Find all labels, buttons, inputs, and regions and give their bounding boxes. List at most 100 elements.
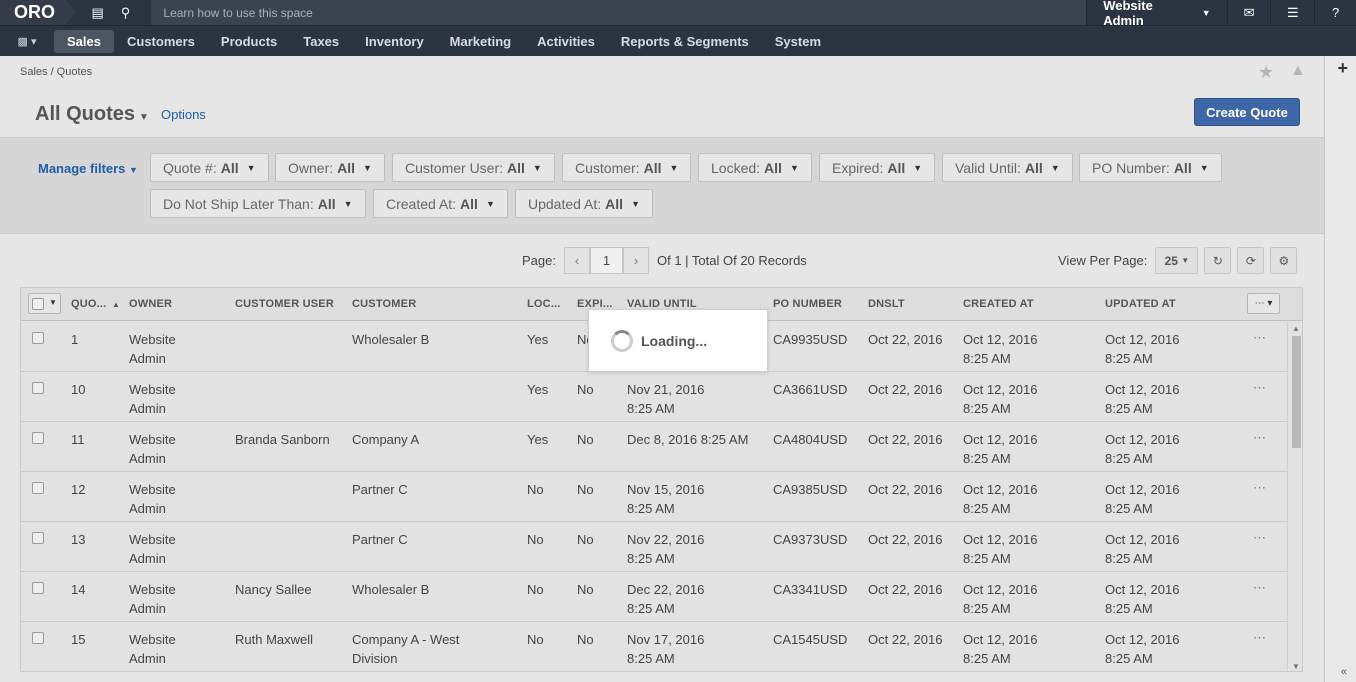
scroll-thumb[interactable] [1292,336,1301,448]
refresh-icon[interactable]: ⟳ [1237,247,1265,274]
page-input[interactable]: 1 [589,247,623,274]
nav-sales[interactable]: Sales [54,29,114,53]
cell-updated: Oct 12, 2016 8:25 AM [1105,632,1180,666]
row-checkbox[interactable] [32,432,44,444]
mail-icon[interactable]: ✉ [1226,0,1271,25]
row-checkbox[interactable] [32,632,44,644]
cell-locked: No [527,532,544,547]
chevron-down-icon: ▼ [913,162,923,173]
nav-marketing[interactable]: Marketing [437,30,524,53]
column-header[interactable]: CUSTOMER [352,298,416,310]
row-actions-icon[interactable]: ⋯ [1253,430,1266,446]
row-actions-icon[interactable]: ⋯ [1253,380,1266,396]
search-input[interactable]: Learn how to use this space [151,0,1087,25]
nav-inventory[interactable]: Inventory [352,30,437,53]
cell-owner: Website Admin [129,582,176,616]
filter-chip[interactable]: Created At: All ▼ [373,189,508,218]
page-title[interactable]: All Quotes ▼ [35,103,149,126]
next-page-button[interactable]: › [622,247,649,274]
table-row[interactable]: 10 Website Admin Yes No Nov 21, 2016 8:25 AM… [21,372,1287,422]
cell-created: Oct 12, 2016 8:25 AM [963,632,1038,666]
table-row[interactable]: 11 Website Admin Branda Sanborn Company A Ye… [21,422,1287,472]
row-checkbox[interactable] [32,532,44,544]
chevron-down-icon: ▼ [669,162,679,173]
search-icon[interactable]: ⚲ [112,0,140,25]
row-checkbox[interactable] [32,482,44,494]
dashboard-icon[interactable]: ▩ ▾ [10,30,44,52]
cell-po: CA1545USD [773,632,848,647]
row-checkbox[interactable] [32,332,44,344]
column-header[interactable]: QUO... [71,298,106,310]
row-checkbox[interactable] [32,382,44,394]
row-actions-icon[interactable]: ⋯ [1253,630,1266,646]
filter-chip[interactable]: Updated At: All ▼ [515,189,653,218]
column-header[interactable]: OWNER [129,298,172,310]
scroll-up-icon[interactable]: ▲ [1292,324,1300,333]
nav-system[interactable]: System [762,30,834,53]
column-header[interactable]: UPDATED AT [1105,298,1176,310]
user-menu[interactable]: Website Admin ▼ [1086,0,1227,28]
filter-chip[interactable]: Customer: All ▼ [562,153,692,182]
table-row[interactable]: 13 Website Admin Partner C No No Nov 22, 2016… [21,522,1287,572]
collapse-icon[interactable]: « [1341,666,1347,678]
cell-dnslt: Oct 22, 2016 [868,582,943,597]
pin-icon[interactable]: ▲ [1290,62,1306,80]
column-header[interactable]: CUSTOMER USER [235,298,334,310]
view-per-page-label: View Per Page: [1058,253,1148,268]
column-header[interactable]: PO NUMBER [773,298,842,310]
nav-products[interactable]: Products [208,30,290,53]
row-actions-icon[interactable]: ⋯ [1253,480,1266,496]
prev-page-button[interactable]: ‹ [563,247,590,274]
row-actions-icon[interactable]: ⋯ [1253,530,1266,546]
create-quote-button[interactable]: Create Quote [1194,98,1300,126]
cell-dnslt: Oct 22, 2016 [868,382,943,397]
nav-taxes[interactable]: Taxes [290,30,352,53]
column-header[interactable]: CREATED AT [963,298,1034,310]
cell-expired: No [577,632,594,647]
gear-icon[interactable]: ⚙ [1270,247,1298,274]
filter-chip[interactable]: Expired: All ▼ [819,153,936,182]
oro-logo[interactable]: ORO [0,0,76,25]
cell-id: 13 [71,532,86,547]
filter-value: All [507,159,525,176]
cell-created: Oct 12, 2016 8:25 AM [963,332,1038,366]
nav-customers[interactable]: Customers [114,30,208,53]
filter-chip[interactable]: Quote #: All ▼ [150,153,269,182]
filter-chip[interactable]: Customer User: All ▼ [392,153,555,182]
column-header[interactable]: LOC... [527,298,561,310]
grid-actions-menu[interactable]: ⋯ ▾ [1247,293,1280,314]
row-actions-icon[interactable]: ⋯ [1253,330,1266,346]
chevron-down-icon: ▼ [129,165,138,175]
filter-chip[interactable]: Owner: All ▼ [275,153,385,182]
select-all-checkbox[interactable] [32,298,44,310]
column-header[interactable]: DNSLT [868,298,905,310]
nav-reports[interactable]: Reports & Segments [608,30,762,53]
options-link[interactable]: Options [161,107,206,122]
table-row[interactable]: 14 Website Admin Nancy Sallee Wholesaler B N… [21,572,1287,622]
table-row[interactable]: 15 Website Admin Ruth Maxwell Company A - W… [21,622,1287,671]
row-checkbox[interactable] [32,582,44,594]
cell-owner: Website Admin [129,482,176,516]
chevron-down-icon: ▼ [246,162,256,173]
cell-dnslt: Oct 22, 2016 [868,482,943,497]
manage-filters-button[interactable]: Manage filters ▼ [38,161,138,176]
menu-icon[interactable]: ☰ [1270,0,1314,25]
star-icon[interactable]: ★ [1258,62,1274,83]
grid-scrollbar[interactable]: ▲ ▼ [1287,322,1302,671]
help-icon[interactable]: ? [1314,0,1356,25]
filter-chip[interactable]: PO Number: All ▼ [1079,153,1222,182]
row-actions-icon[interactable]: ⋯ [1253,580,1266,596]
filter-chip[interactable]: Locked: All ▼ [698,153,812,182]
filter-chip[interactable]: Do Not Ship Later Than: All ▼ [150,189,366,218]
filter-chip[interactable]: Valid Until: All ▼ [942,153,1073,182]
cell-customer: Wholesaler B [352,582,430,597]
add-widget-icon[interactable]: + [1337,58,1348,79]
cell-po: CA9373USD [773,532,848,547]
shortcuts-icon[interactable]: ▤ [84,0,112,25]
table-row[interactable]: 12 Website Admin Partner C No No Nov 15, 2016… [21,472,1287,522]
nav-activities[interactable]: Activities [524,30,608,53]
mass-select-dropdown[interactable]: ▼ [28,293,61,314]
scroll-down-icon[interactable]: ▼ [1292,662,1300,671]
per-page-select[interactable]: 25 ▼ [1155,247,1199,274]
reset-icon[interactable]: ↻ [1204,247,1232,274]
